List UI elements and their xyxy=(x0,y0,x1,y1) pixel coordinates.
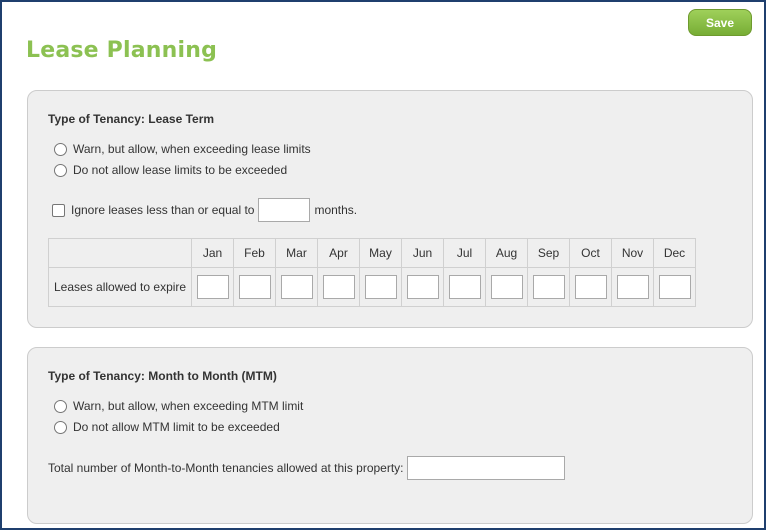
table-corner xyxy=(48,238,192,268)
lease-block-label: Do not allow lease limits to be exceeded xyxy=(73,163,288,177)
month-cell xyxy=(317,267,360,307)
month-header: Sep xyxy=(527,238,570,268)
month-input-feb[interactable] xyxy=(238,275,271,299)
month-header: Nov xyxy=(611,238,654,268)
month-cell xyxy=(191,267,234,307)
month-cell xyxy=(485,267,528,307)
month-cell xyxy=(569,267,612,307)
mtm-warn-radio[interactable] xyxy=(54,399,67,413)
lease-expiry-table: Jan Feb Mar Apr May Jun Jul Aug Sep Oct … xyxy=(48,238,696,307)
month-header: Mar xyxy=(275,238,318,268)
month-input-jul[interactable] xyxy=(448,275,481,299)
month-cell xyxy=(401,267,444,307)
month-cell xyxy=(233,267,276,307)
month-input-nov[interactable] xyxy=(616,275,649,299)
month-header: Jun xyxy=(401,238,444,268)
lease-warn-option[interactable]: Warn, but allow, when exceeding lease li… xyxy=(54,142,311,156)
mtm-warn-label: Warn, but allow, when exceeding MTM limi… xyxy=(73,399,304,413)
ignore-leases-label: Ignore leases less than or equal to xyxy=(71,203,255,217)
month-header: Apr xyxy=(317,238,360,268)
month-header-row: Jan Feb Mar Apr May Jun Jul Aug Sep Oct … xyxy=(48,238,696,268)
lease-planning-window: Save Lease Planning Type of Tenancy: Lea… xyxy=(0,0,766,530)
month-cell xyxy=(611,267,654,307)
lease-block-option[interactable]: Do not allow lease limits to be exceeded xyxy=(54,163,287,177)
month-cell xyxy=(359,267,402,307)
lease-term-title: Type of Tenancy: Lease Term xyxy=(48,112,215,126)
month-input-apr[interactable] xyxy=(322,275,355,299)
mtm-block-label: Do not allow MTM limit to be exceeded xyxy=(73,420,280,434)
month-input-aug[interactable] xyxy=(490,275,523,299)
month-header: Feb xyxy=(233,238,276,268)
month-header: Jul xyxy=(443,238,486,268)
lease-warn-radio[interactable] xyxy=(54,142,67,156)
month-header: Oct xyxy=(569,238,612,268)
mtm-total-row: Total number of Month-to-Month tenancies… xyxy=(48,456,565,480)
month-input-jan[interactable] xyxy=(196,275,229,299)
month-input-dec[interactable] xyxy=(658,275,691,299)
month-header: Jan xyxy=(191,238,234,268)
lease-warn-label: Warn, but allow, when exceeding lease li… xyxy=(73,142,311,156)
mtm-block-option[interactable]: Do not allow MTM limit to be exceeded xyxy=(54,420,280,434)
lease-term-panel: Type of Tenancy: Lease Term Warn, but al… xyxy=(27,90,753,328)
month-input-mar[interactable] xyxy=(280,275,313,299)
month-cell xyxy=(443,267,486,307)
mtm-block-radio[interactable] xyxy=(54,420,67,434)
month-input-may[interactable] xyxy=(364,275,397,299)
mtm-title: Type of Tenancy: Month to Month (MTM) xyxy=(48,369,277,383)
month-input-jun[interactable] xyxy=(406,275,439,299)
month-header: May xyxy=(359,238,402,268)
ignore-months-input[interactable] xyxy=(258,198,311,222)
month-cell xyxy=(527,267,570,307)
month-header: Dec xyxy=(653,238,696,268)
month-header: Aug xyxy=(485,238,528,268)
month-input-sep[interactable] xyxy=(532,275,565,299)
lease-block-radio[interactable] xyxy=(54,163,67,177)
mtm-panel: Type of Tenancy: Month to Month (MTM) Wa… xyxy=(27,347,753,524)
mtm-warn-option[interactable]: Warn, but allow, when exceeding MTM limi… xyxy=(54,399,303,413)
ignore-leases-row: Ignore leases less than or equal to mont… xyxy=(52,198,357,222)
ignore-months-suffix: months. xyxy=(314,203,358,217)
mtm-total-label: Total number of Month-to-Month tenancies… xyxy=(48,461,404,475)
save-button[interactable]: Save xyxy=(688,9,752,36)
month-cell xyxy=(653,267,696,307)
leases-expire-row: Leases allowed to expire xyxy=(48,267,696,307)
mtm-total-input[interactable] xyxy=(406,456,565,480)
leases-expire-label: Leases allowed to expire xyxy=(48,267,192,307)
page-title: Lease Planning xyxy=(26,38,218,63)
month-cell xyxy=(275,267,318,307)
ignore-leases-checkbox[interactable] xyxy=(52,203,65,217)
month-input-oct[interactable] xyxy=(574,275,607,299)
